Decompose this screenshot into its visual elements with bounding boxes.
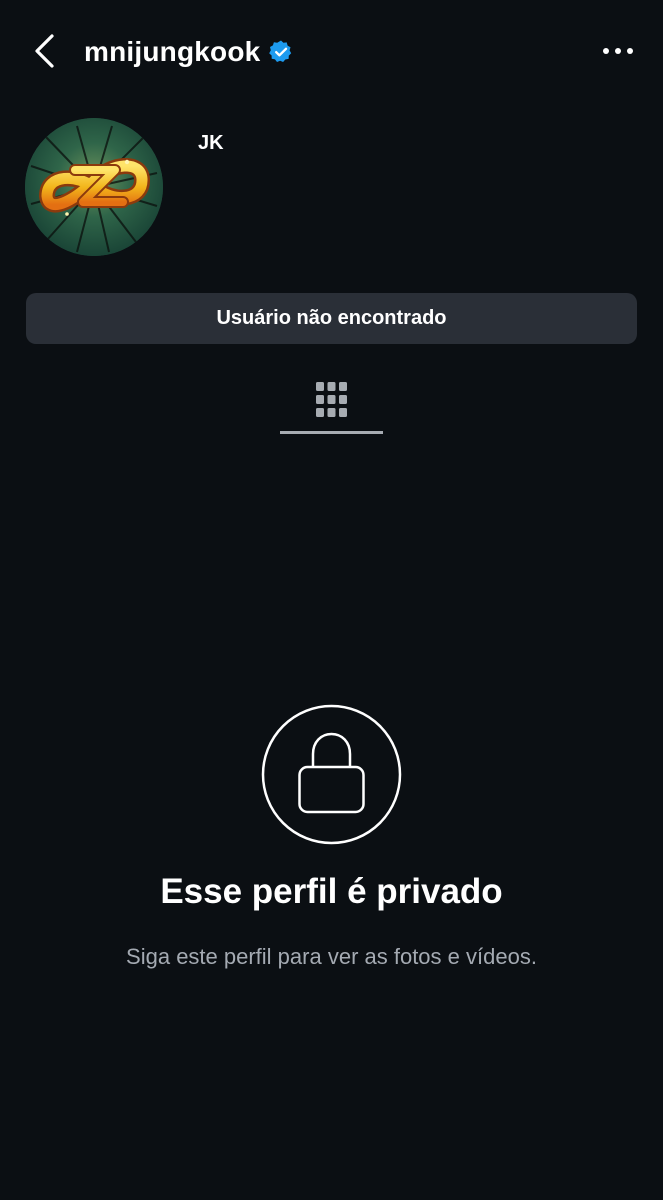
private-profile-title: Esse perfil é privado [160, 872, 503, 911]
profile-display-name: JK [198, 132, 224, 154]
private-profile-subtitle: Siga este perfil para ver as fotos e víd… [126, 944, 537, 969]
user-not-found-banner: Usuário não encontrado [26, 293, 637, 344]
profile-avatar[interactable] [25, 118, 163, 256]
username-row: mnijungkook [84, 30, 294, 74]
more-options-icon[interactable] [597, 34, 639, 68]
active-tab-indicator [280, 431, 383, 434]
profile-username: mnijungkook [84, 36, 261, 67]
lock-icon [261, 704, 402, 845]
tab-posts-grid[interactable] [280, 372, 383, 434]
back-chevron-icon[interactable] [28, 30, 62, 72]
verified-badge-icon [269, 40, 292, 62]
grid-icon [316, 382, 347, 417]
avatar-logo-icon [25, 118, 163, 256]
profile-header: mnijungkook [0, 0, 663, 104]
user-not-found-text: Usuário não encontrado [216, 307, 447, 329]
